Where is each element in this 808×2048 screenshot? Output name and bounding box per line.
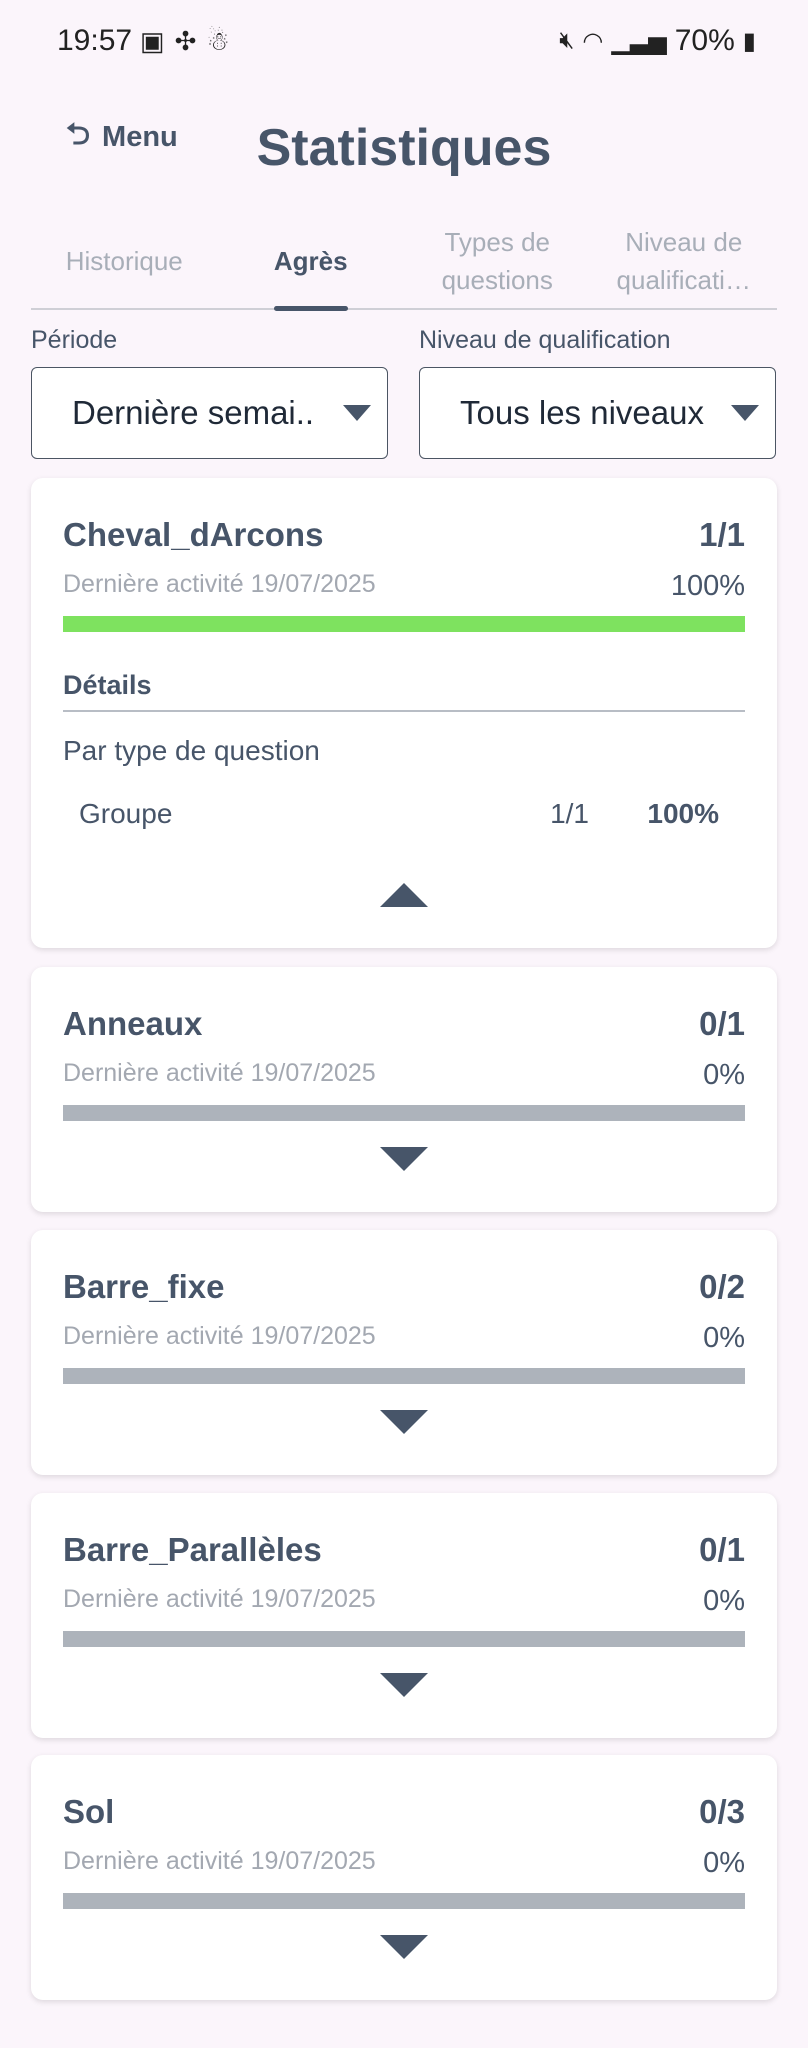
progress-bar: [63, 616, 745, 632]
mute-icon: 🔇︎: [559, 27, 575, 54]
system-icons: 🔇︎ ◠ ▁▃▅ 70% ▮: [559, 24, 756, 58]
question-type-score: 1/1: [550, 798, 589, 829]
last-activity: Dernière activité 19/07/2025: [63, 1585, 376, 1613]
question-type-row: Groupe 1/1 100%: [79, 798, 719, 838]
last-activity: Dernière activité 19/07/2025: [63, 1847, 376, 1875]
level-select[interactable]: Tous les niveaux: [419, 367, 776, 459]
apparatus-percent: 0%: [703, 1322, 745, 1354]
page-title: Statistiques: [256, 119, 552, 177]
expand-toggle-icon[interactable]: [380, 1935, 428, 1959]
details-subtitle: Par type de question: [63, 735, 320, 766]
progress-fill: [63, 616, 745, 632]
level-value: Tous les niveaux: [460, 394, 704, 431]
period-select[interactable]: Dernière semai..: [31, 367, 388, 459]
apparatus-card-anneaux: Anneaux 0/1 Dernière activité 19/07/2025…: [31, 967, 777, 1212]
notification-icons: ▣ ✣ ☃: [140, 26, 230, 57]
last-activity: Dernière activité 19/07/2025: [63, 1059, 376, 1087]
tab-bar: Historique Agrès Types de questions Nive…: [31, 218, 777, 310]
apparatus-score: 0/1: [699, 1005, 745, 1042]
collapse-toggle-icon[interactable]: [380, 883, 428, 907]
question-type-percent: 100%: [647, 798, 719, 829]
apparatus-name: Sol: [63, 1793, 115, 1830]
apparatus-card-barre-fixe: Barre_fixe 0/2 Dernière activité 19/07/2…: [31, 1230, 777, 1475]
status-time: 19:57: [57, 24, 133, 57]
apparatus-percent: 0%: [703, 1847, 745, 1879]
chevron-down-icon: [731, 405, 759, 421]
image-icon: ▣: [140, 26, 165, 56]
apparatus-card-barre-paralleles: Barre_Parallèles 0/1 Dernière activité 1…: [31, 1493, 777, 1738]
apparatus-score: 0/2: [699, 1268, 745, 1305]
battery-text: 70%: [674, 24, 735, 57]
battery-icon: ▮: [742, 27, 756, 55]
last-activity: Dernière activité 19/07/2025: [63, 1322, 376, 1350]
tab-niveau-de-qualification[interactable]: Niveau de qualificati…: [591, 218, 778, 308]
tab-historique[interactable]: Historique: [31, 218, 218, 308]
period-value: Dernière semai..: [72, 394, 315, 431]
apparatus-name: Cheval_dArcons: [63, 516, 324, 553]
apparatus-name: Barre_fixe: [63, 1268, 225, 1305]
level-label: Niveau de qualification: [419, 326, 671, 354]
apparatus-percent: 0%: [703, 1585, 745, 1617]
apparatus-score: 0/1: [699, 1531, 745, 1568]
apparatus-card-sol: Sol 0/3 Dernière activité 19/07/2025 0%: [31, 1755, 777, 2000]
snowman-icon: ☃: [206, 26, 230, 56]
divider: [63, 710, 745, 712]
tab-agres[interactable]: Agrès: [218, 218, 405, 308]
apparatus-score: 1/1: [699, 516, 745, 553]
period-label: Période: [31, 326, 118, 354]
apparatus-percent: 0%: [703, 1059, 745, 1091]
expand-toggle-icon[interactable]: [380, 1673, 428, 1697]
apparatus-name: Anneaux: [63, 1005, 203, 1042]
apparatus-percent: 100%: [670, 570, 745, 602]
expand-toggle-icon[interactable]: [380, 1410, 428, 1434]
details-title: Détails: [63, 670, 152, 700]
expand-toggle-icon[interactable]: [380, 1147, 428, 1171]
last-activity: Dernière activité 19/07/2025: [63, 570, 376, 598]
progress-bar: [63, 1368, 745, 1384]
progress-bar: [63, 1631, 745, 1647]
pinwheel-icon: ✣: [174, 26, 197, 56]
progress-bar: [63, 1105, 745, 1121]
signal-icon: ▁▃▅: [611, 27, 667, 55]
status-bar: 19:57 ▣ ✣ ☃ 🔇︎ ◠ ▁▃▅ 70% ▮: [0, 0, 808, 88]
tab-types-de-questions[interactable]: Types de questions: [404, 218, 591, 308]
progress-bar: [63, 1893, 745, 1909]
apparatus-score: 0/3: [699, 1793, 745, 1830]
chevron-down-icon: [343, 405, 371, 421]
wifi-icon: ◠: [582, 27, 604, 55]
apparatus-card-cheval-darcons: Cheval_dArcons 1/1 Dernière activité 19/…: [31, 478, 777, 948]
question-type-name: Groupe: [79, 798, 173, 829]
apparatus-name: Barre_Parallèles: [63, 1531, 322, 1568]
